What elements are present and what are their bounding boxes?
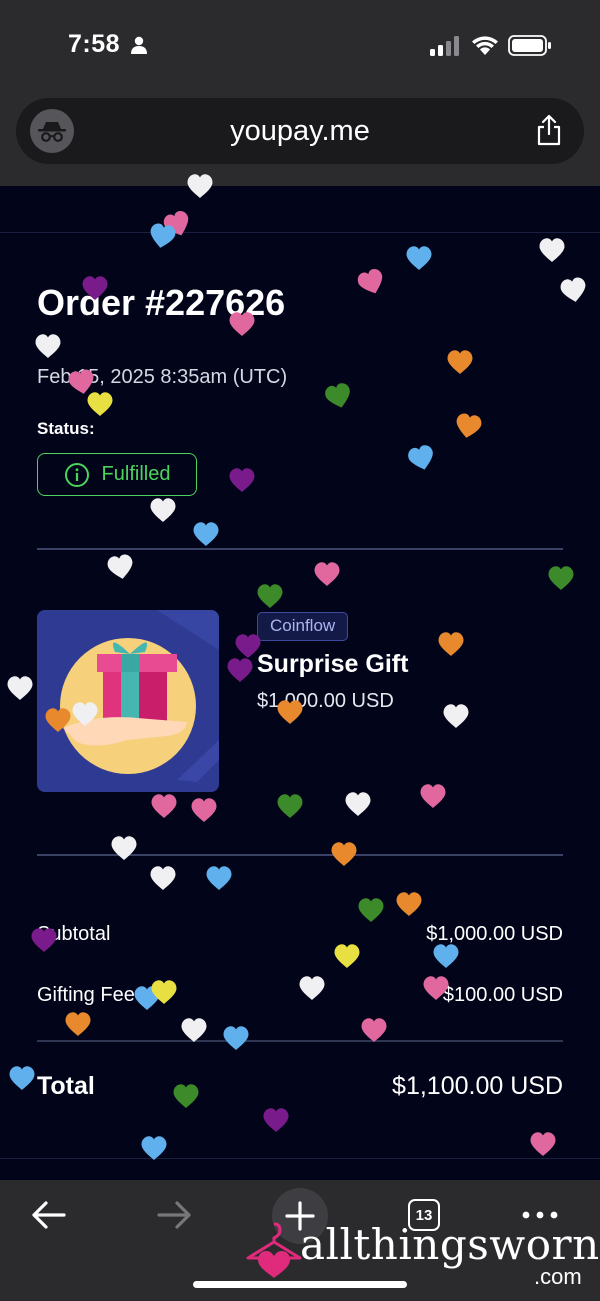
header-divider [0,232,600,233]
watermark: allthingsworn .com [244,1220,599,1300]
order-page: Order #227626 Feb 15, 2025 8:35am (UTC) … [0,186,600,1180]
gifting-fee-label: Gifting Fee [37,984,135,1006]
subtotal-value: $1,000.00 USD [426,923,563,945]
url-field[interactable]: youpay.me [16,98,584,164]
summary-divider [37,1040,563,1042]
order-date: Feb 15, 2025 8:35am (UTC) [37,366,288,388]
clock-time: 7:58 [68,30,121,58]
product-image[interactable] [37,610,219,792]
more-options-icon[interactable] [522,1210,558,1220]
watermark-suffix: .com [534,1264,582,1289]
battery-icon [508,35,551,56]
url-text: youpay.me [230,115,370,147]
section-divider [37,548,563,550]
subtotal-label: Subtotal [37,923,111,945]
payment-tag: Coinflow [257,612,349,641]
watermark-text: allthingsworn [300,1220,600,1269]
total-value: $1,100.00 USD [392,1072,563,1100]
wifi-icon [472,36,498,55]
browser-address-bar: youpay.me [0,90,600,186]
product-name[interactable]: Surprise Gift [257,650,408,679]
info-icon [64,462,89,487]
hanger-heart-logo-icon [246,1222,302,1278]
product-price: $1,000.00 USD [257,690,394,712]
status-label: Status: [37,419,95,438]
order-title: Order #227626 [37,282,286,323]
total-label: Total [37,1072,95,1100]
share-icon[interactable] [534,114,564,146]
footer-divider [0,1158,600,1159]
section-divider [37,854,563,856]
home-indicator [193,1281,407,1288]
cellular-signal-icon [430,36,459,56]
person-icon [131,36,147,54]
status-text: Fulfilled [101,463,171,485]
forward-arrow-icon[interactable] [155,1198,193,1232]
gifting-fee-value: $100.00 USD [442,984,563,1006]
back-arrow-icon[interactable] [30,1198,68,1232]
status-badge: Fulfilled [37,453,197,496]
status-bar: 7:58 [0,0,600,90]
